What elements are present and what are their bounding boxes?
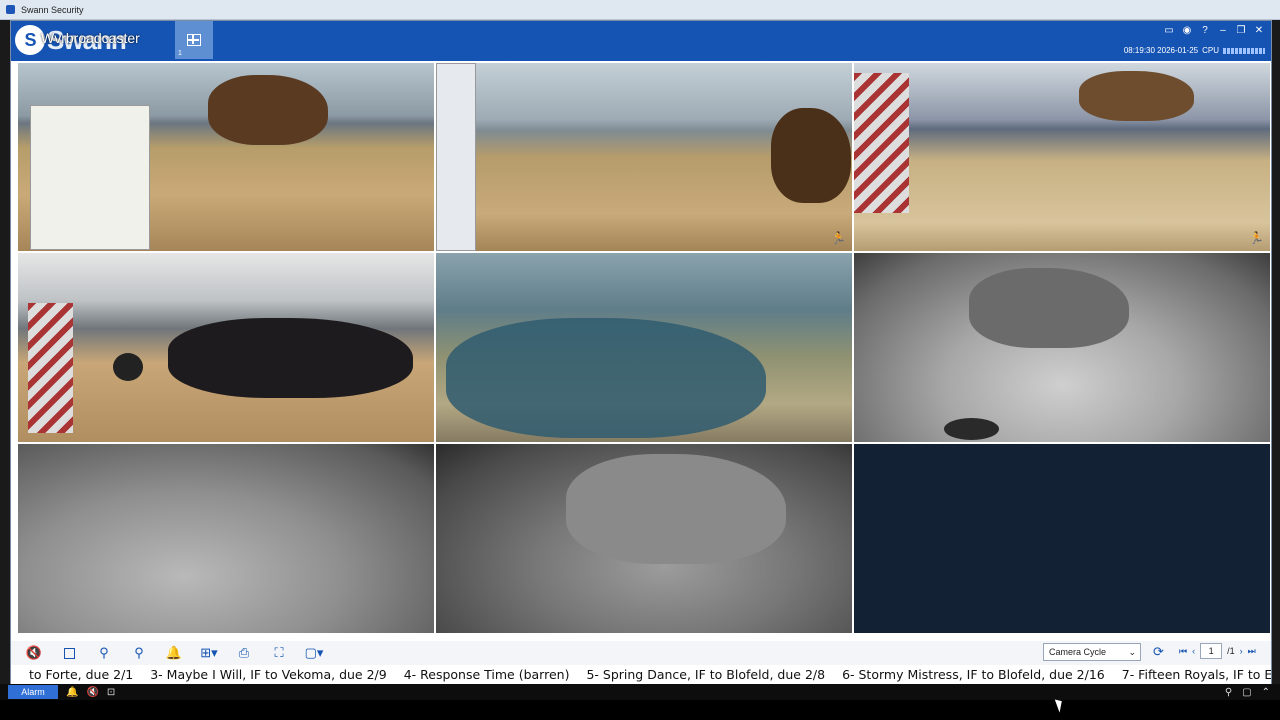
horse — [168, 318, 413, 398]
app-icon — [6, 5, 15, 14]
aspect-ratio-icon[interactable]: ▢▾ — [303, 644, 325, 662]
next-page-icon[interactable]: › — [1240, 646, 1243, 656]
ticker-item: 6- Stormy Mistress, IF to Blofeld, due 2… — [842, 667, 1105, 682]
first-page-icon[interactable]: ⏮ — [1179, 646, 1187, 657]
status-line: 08:19:30 2026-01-25 CPU — [1124, 46, 1265, 55]
chevron-down-icon: ⌄ — [1128, 646, 1136, 657]
timestamp: 08:19:30 2026-01-25 — [1123, 46, 1199, 55]
camera-grid: 🏃 🏃 — [18, 63, 1270, 633]
camera-tile-1[interactable] — [18, 63, 434, 251]
horse — [446, 318, 766, 438]
message-icon[interactable]: ▭ — [1163, 24, 1175, 36]
bucket — [113, 353, 143, 381]
location-pin-icon[interactable]: ⚲ — [93, 644, 115, 662]
save-icon[interactable]: ⎙ — [233, 644, 255, 662]
stall-door — [854, 73, 909, 213]
stall-door — [28, 303, 73, 433]
alarm-bell-icon[interactable]: 🔔 — [66, 687, 78, 698]
horse — [969, 268, 1129, 348]
horse — [771, 108, 851, 203]
layout-grid-icon[interactable]: ⊞▾ — [198, 644, 220, 662]
alarm-bell-icon[interactable]: 🔔 — [163, 644, 185, 662]
bottom-toolbar: 🔇 ⚲ ⚲ 🔔 ⊞▾ ⎙ ⛶ ▢▾ Camera Cycle ⌄ ⟳ ⏮ ‹ 1… — [11, 641, 1271, 665]
alarm-button[interactable]: Alarm — [8, 685, 58, 699]
camera-tile-3[interactable]: 🏃 — [854, 63, 1270, 251]
play-cycle-icon[interactable]: ⟳ — [1153, 644, 1169, 660]
app-window: S Swann Wvrbroadcaster 1 ▭ ◉ ? – ❐ ✕ 08:… — [10, 20, 1272, 685]
motion-icon: 🏃 — [1249, 231, 1264, 245]
status-bar-right: ⚲ ▢ ⌃ — [1225, 684, 1270, 700]
snapshot-icon[interactable]: ⊡ — [107, 687, 115, 698]
horse — [1079, 71, 1194, 121]
camera-tile-6[interactable] — [854, 253, 1270, 442]
last-page-icon[interactable]: ⏭ — [1248, 646, 1256, 657]
status-bar: Alarm 🔔 🔇 ⊡ ⚲ ▢ ⌃ — [0, 684, 1280, 720]
motion-icon: 🏃 — [831, 231, 846, 245]
pager: ⏮ ‹ 1 /1 › ⏭ — [1179, 643, 1256, 659]
feeder — [30, 105, 150, 250]
camera-tile-8[interactable] — [436, 444, 852, 633]
collapse-icon[interactable]: ⌃ — [1262, 687, 1270, 698]
ticker-item: 4- Response Time (barren) — [403, 667, 570, 682]
restore-icon[interactable]: ❐ — [1235, 24, 1247, 36]
mute-all-icon[interactable]: 🔇 — [23, 644, 45, 662]
stop-all-icon[interactable] — [58, 644, 80, 662]
page-total: /1 — [1227, 646, 1235, 656]
os-title: Swann Security — [21, 4, 84, 15]
minimize-icon[interactable]: – — [1217, 24, 1229, 36]
camera-tile-4[interactable] — [18, 253, 434, 442]
camera-tile-2[interactable]: 🏃 — [436, 63, 852, 251]
ticker: to Forte, due 2/1 3- Maybe I Will, IF to… — [11, 665, 1271, 685]
status-bar-row: Alarm 🔔 🔇 ⊡ ⚲ ▢ ⌃ — [0, 684, 1280, 700]
ticker-item: 7- Fifteen Royals, IF to Early Voting, d… — [1121, 667, 1271, 682]
bucket — [944, 418, 999, 440]
prev-page-icon[interactable]: ‹ — [1192, 646, 1195, 656]
overlay-text: Wvrbroadcaster — [41, 30, 140, 46]
close-icon[interactable]: ✕ — [1253, 24, 1265, 36]
square-icon[interactable]: ▢ — [1242, 687, 1251, 698]
camera-tile-7[interactable] — [18, 444, 434, 633]
cpu-meter — [1223, 47, 1265, 54]
os-titlebar: Swann Security — [0, 0, 1280, 20]
horse — [566, 454, 786, 564]
ticker-item: 3- Maybe I Will, IF to Vekoma, due 2/9 — [150, 667, 387, 682]
camera-tile-5[interactable] — [436, 253, 852, 442]
page-input[interactable]: 1 — [1200, 643, 1223, 659]
location-pin-alt-icon[interactable]: ⚲ — [128, 644, 150, 662]
mute-icon[interactable]: 🔇 — [86, 687, 98, 698]
pin-icon[interactable]: ⚲ — [1225, 687, 1232, 698]
camera-cycle-select[interactable]: Camera Cycle ⌄ — [1043, 643, 1141, 661]
header: S Swann Wvrbroadcaster 1 ▭ ◉ ? – ❐ ✕ 08:… — [11, 21, 1271, 61]
help-icon[interactable]: ? — [1199, 24, 1211, 36]
cpu-label: CPU — [1202, 46, 1219, 55]
tab-live-view[interactable]: 1 — [175, 21, 213, 59]
horse — [208, 75, 328, 145]
ticker-item: 5- Spring Dance, IF to Blofeld, due 2/8 — [586, 667, 826, 682]
user-icon[interactable]: ◉ — [1181, 24, 1193, 36]
ticker-item: to Forte, due 2/1 — [29, 667, 134, 682]
stall-wall — [436, 63, 476, 251]
camera-tile-empty[interactable] — [854, 444, 1270, 633]
window-controls: ▭ ◉ ? – ❐ ✕ — [1163, 24, 1265, 36]
grid-layout-icon — [187, 34, 201, 46]
fullscreen-icon[interactable]: ⛶ — [268, 644, 290, 662]
